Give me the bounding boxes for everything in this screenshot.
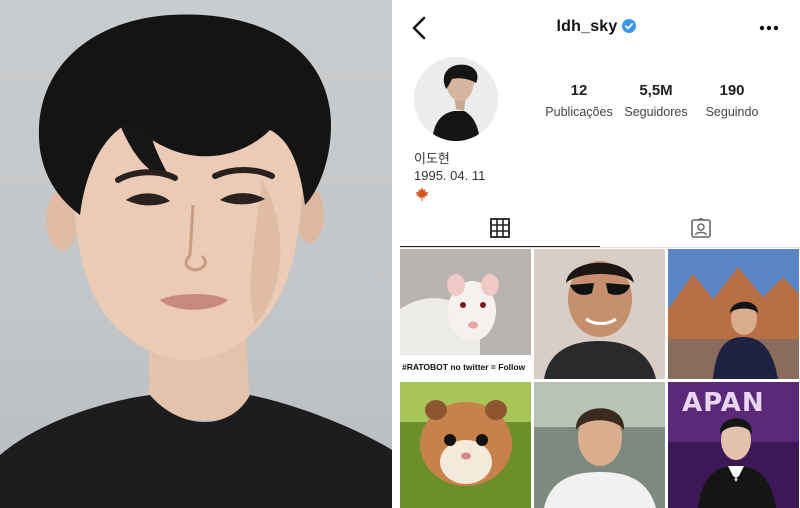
post-image-sunglasses [534,249,665,379]
more-options-button[interactable] [758,18,780,38]
profile-tabs [400,210,800,248]
maple-leaf-icon [415,187,429,201]
portrait-photo [0,0,392,508]
more-horizontal-icon [759,25,779,31]
bio-name: 이도현 [414,151,450,166]
profile-panel: ldh_sky 12 Publicações 5,5M Seguidores 1… [392,0,800,508]
tab-tagged[interactable] [600,210,800,248]
username: ldh_sky [556,18,618,35]
following-count: 190 [719,82,745,99]
posts-grid: #RATOBOT no twitter = Follow APAN [400,249,800,508]
username-header: ldh_sky [392,18,800,36]
avatar-image [414,57,498,141]
awards-overlay-text: APAN [682,388,765,418]
post-tile[interactable] [400,382,531,508]
post-tile[interactable] [668,249,799,379]
post-tile[interactable]: #RATOBOT no twitter = Follow [400,249,531,379]
post-image-man-outdoors [534,382,665,508]
tabs-divider [400,247,800,248]
post-caption: #RATOBOT no twitter = Follow [400,355,531,379]
post-image-rat [400,249,531,355]
post-image-mountains [668,249,799,379]
stat-following[interactable]: 190 Seguindo [687,82,777,119]
bio-birthdate: 1995. 04. 11 [414,168,486,183]
bio: 이도현 1995. 04. 11 [414,150,485,202]
verified-badge-icon [621,19,636,33]
post-tile[interactable] [534,249,665,379]
post-tile[interactable] [534,382,665,508]
post-tile[interactable]: APAN [668,382,799,508]
profile-avatar[interactable] [414,57,498,141]
top-bar: ldh_sky [392,0,800,56]
tab-posts-grid[interactable] [400,210,600,248]
grid-icon [490,218,510,238]
following-label: Seguindo [705,105,759,119]
tagged-person-icon [691,218,711,238]
post-image-hamster [400,382,531,508]
